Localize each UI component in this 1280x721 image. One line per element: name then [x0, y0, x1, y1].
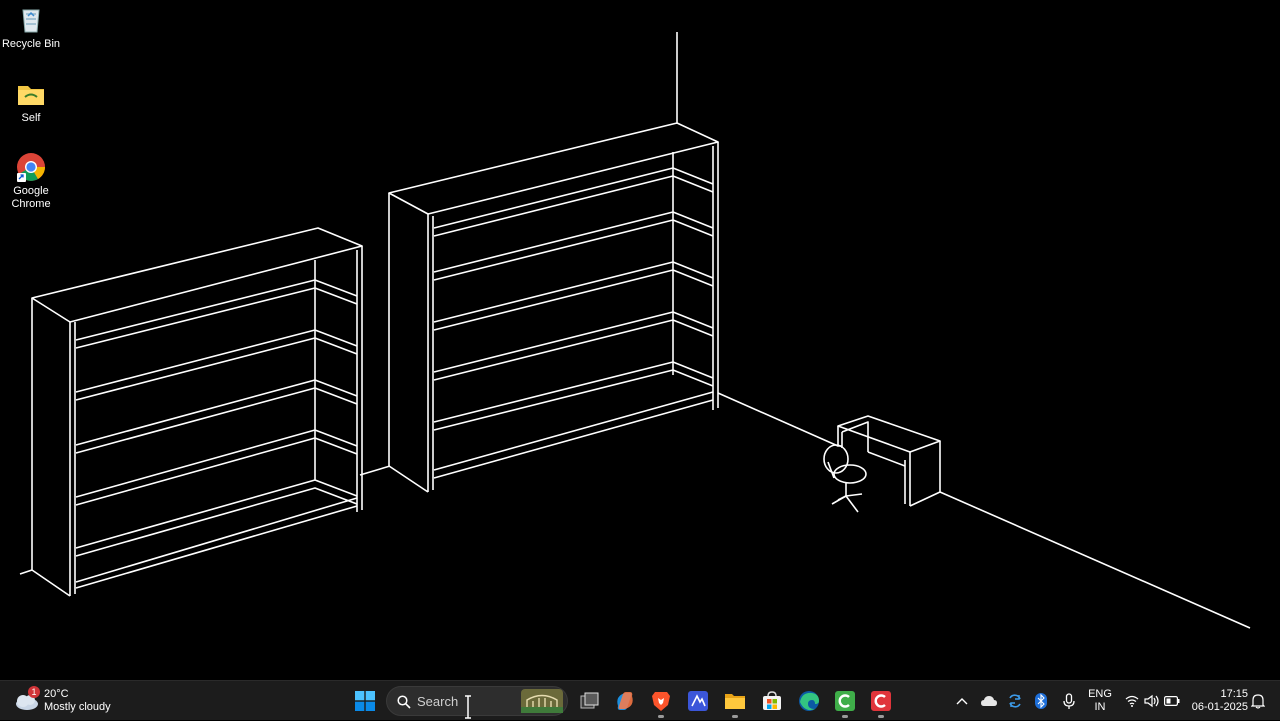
app-icon — [688, 691, 708, 711]
wallpaper-line-art — [19, 32, 1251, 629]
recycle-bin-icon — [22, 9, 40, 33]
desktop-icon-self-folder[interactable]: Self — [0, 78, 62, 125]
chevron-up-icon — [956, 698, 968, 705]
language-region: IN — [1094, 701, 1106, 713]
chrome-icon — [17, 153, 45, 182]
search-placeholder: Search — [417, 694, 459, 709]
brave-browser-icon — [652, 692, 670, 711]
show-hidden-icons-button[interactable] — [952, 681, 972, 721]
notification-bell-icon — [1251, 694, 1265, 709]
tray-sync[interactable] — [1004, 681, 1026, 721]
clock[interactable]: 17:15 06-01-2025 — [1186, 681, 1248, 721]
onedrive-cloud-icon — [981, 696, 997, 706]
tray-wifi[interactable] — [1122, 681, 1142, 721]
start-button[interactable] — [348, 681, 382, 721]
taskbar: 1 20°C Mostly cloudy Search ENG IN 17:15… — [0, 680, 1280, 720]
taskbar-app[interactable] — [681, 681, 715, 721]
tray-volume[interactable] — [1142, 681, 1162, 721]
battery-icon — [1164, 696, 1180, 706]
taskbar-app-copilot[interactable] — [608, 681, 642, 721]
taskbar-app-microsoft-store[interactable] — [755, 681, 789, 721]
running-indicator — [842, 715, 848, 718]
camtasia-icon — [835, 691, 855, 711]
task-view-icon — [580, 692, 599, 709]
search-icon — [397, 695, 411, 709]
store-icon — [763, 691, 781, 710]
taskbar-app-file-explorer[interactable] — [718, 681, 752, 721]
tray-battery[interactable] — [1162, 681, 1182, 721]
taskbar-app-camtasia[interactable] — [828, 681, 862, 721]
language-code: ENG — [1088, 688, 1112, 700]
desktop-icon-label: Self — [21, 112, 41, 124]
taskbar-app-recorder[interactable] — [864, 681, 898, 721]
tray-bluetooth[interactable] — [1030, 681, 1052, 721]
edge-icon — [799, 691, 819, 711]
search-highlight-icon — [521, 689, 563, 713]
running-indicator — [878, 715, 884, 718]
tray-microphone[interactable] — [1058, 681, 1080, 721]
windows-start-icon — [355, 691, 375, 711]
sync-icon — [1009, 694, 1021, 708]
taskbar-app-edge[interactable] — [792, 681, 826, 721]
weather-widget[interactable]: 1 20°C Mostly cloudy — [12, 681, 122, 721]
desktop-icon-label: Recycle Bin — [1, 38, 61, 50]
language-indicator[interactable]: ENG IN — [1084, 681, 1116, 721]
weather-temperature: 20°C — [44, 688, 69, 700]
recorder-icon — [871, 691, 891, 711]
taskbar-app-brave[interactable] — [644, 681, 678, 721]
desktop-icon-recycle-bin[interactable]: Recycle Bin — [0, 4, 62, 51]
folder-icon — [18, 86, 44, 105]
desktop-icon-label: Google Chrome — [11, 185, 51, 210]
microphone-icon — [1063, 693, 1075, 709]
running-indicator — [732, 715, 738, 718]
weather-condition: Mostly cloudy — [44, 701, 111, 713]
clock-date: 06-01-2025 — [1191, 701, 1248, 713]
running-indicator — [658, 715, 664, 718]
tray-onedrive[interactable] — [978, 681, 1000, 721]
taskbar-search-box[interactable]: Search — [386, 686, 568, 719]
text-cursor-icon — [465, 695, 471, 719]
notification-center-button[interactable] — [1250, 681, 1266, 721]
weather-alert-badge: 1 — [28, 686, 40, 698]
wifi-icon — [1125, 695, 1139, 707]
speaker-icon — [1144, 694, 1159, 708]
desktop-icon-google-chrome[interactable]: Google Chrome — [0, 151, 62, 211]
task-view-button[interactable] — [573, 681, 607, 721]
clock-time: 17:15 — [1220, 688, 1248, 700]
copilot-icon — [617, 692, 633, 710]
bluetooth-icon — [1035, 693, 1047, 709]
file-explorer-icon — [725, 694, 745, 709]
